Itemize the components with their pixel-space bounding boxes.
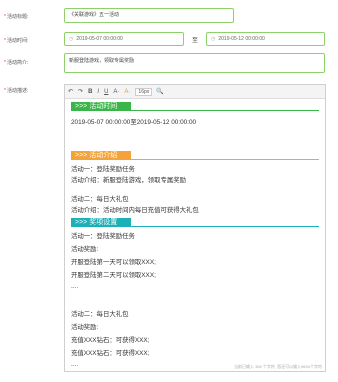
end-time-value: 2019-05-12 00:00:00: [218, 36, 265, 42]
end-time-input[interactable]: ◷ 2019-05-12 00:00:00: [206, 32, 325, 46]
start-time-value: 2019-05-07 00:00:00: [76, 36, 123, 42]
intro-line: 活动一：登陆奖励任务: [71, 166, 135, 173]
underline-button[interactable]: U: [104, 89, 108, 95]
reward-line: 活动一：登陆奖励任务: [71, 233, 135, 240]
rich-text-editor[interactable]: ↶ ↷ B I U A· A· 16px 🔍 >>> 活动时间 2019-05-…: [64, 84, 326, 372]
activity-name-input[interactable]: 《关联游戏》五一活动: [64, 8, 234, 23]
reward-line: 活动奖励:: [71, 324, 99, 331]
time-section-header: >>> 活动时间: [71, 102, 319, 111]
font-size-select[interactable]: 16px: [135, 87, 153, 96]
italic-button[interactable]: I: [97, 89, 99, 95]
time-section-text: 2019-05-07 00:00:00至2019-05-12 00:00:00: [71, 119, 197, 126]
intro-section-title: >>> 活动介绍: [71, 151, 131, 160]
calendar-icon: ◷: [69, 36, 74, 42]
time-section-title: >>> 活动时间: [71, 102, 131, 111]
editor-toolbar: ↶ ↷ B I U A· A· 16px 🔍: [65, 85, 325, 99]
reward-section-title: >>> 奖项设置: [71, 218, 131, 227]
intro-textarea[interactable]: 新服登陆游戏，领取专属奖励: [64, 53, 325, 73]
intro-section-header: >>> 活动介绍: [71, 151, 319, 160]
reward-line: 充值XXX钻石：可获得XXX;: [71, 350, 150, 357]
desc-label: *活动描述:: [4, 88, 29, 94]
intro-line: 活动二：每日大礼包: [71, 196, 129, 203]
time-separator: 至: [192, 38, 199, 44]
calendar-icon: ◷: [211, 36, 216, 42]
reward-line: ....: [71, 283, 79, 290]
bold-button[interactable]: B: [88, 89, 92, 95]
reward-section-header: >>> 奖项设置: [71, 218, 319, 227]
undo-icon[interactable]: ↶: [68, 89, 73, 95]
reward-line: 开服登陆第一天可以领取XXX;: [71, 259, 156, 266]
intro-line: 活动介绍：活动时间内每日充值可获得大礼包: [71, 207, 199, 214]
reward-line: 活动二：每日大礼包: [71, 311, 129, 318]
redo-icon[interactable]: ↷: [78, 89, 83, 95]
intro-line: 活动介绍：新服登陆游戏，领取专属奖励: [71, 177, 187, 184]
time-label: *活动时间:: [4, 38, 29, 44]
name-label: *活动标题:: [4, 14, 29, 20]
search-icon[interactable]: 🔍: [156, 89, 163, 95]
character-count: 当前已输入 306 个字符, 您还可以输入9694个字符: [233, 364, 322, 369]
start-time-input[interactable]: ◷ 2019-05-07 00:00:00: [64, 32, 184, 46]
reward-line: 充值XXX钻石：可获得XXX;: [71, 337, 150, 344]
intro-label: *活动简介:: [4, 60, 29, 66]
reward-line: 活动奖励:: [71, 246, 99, 253]
reward-line: ....: [71, 361, 79, 368]
font-color-button[interactable]: A·: [113, 89, 119, 95]
bg-color-button[interactable]: A·: [124, 89, 130, 95]
reward-line: 开服登陆第二天可以领取XXX;: [71, 272, 156, 279]
